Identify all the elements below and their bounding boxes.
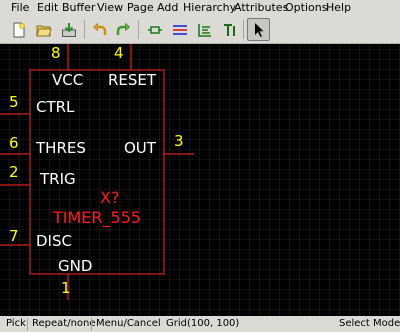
toolbar	[0, 16, 400, 44]
device-attribute[interactable]: TIMER_555	[52, 208, 141, 228]
pin-number-out: 3	[174, 132, 184, 150]
pin-number-vcc: 8	[51, 44, 61, 62]
pin-number-disc: 7	[9, 227, 19, 245]
menu-add[interactable]: Add	[157, 1, 178, 14]
pin-number-trig: 2	[9, 163, 19, 181]
new-file-button[interactable]	[7, 18, 30, 41]
status-select-mode: Select Mode	[339, 318, 400, 329]
pin-label-gnd: GND	[58, 257, 92, 275]
pin-label-disc: DISC	[36, 232, 72, 250]
pin-number-ctrl: 5	[9, 93, 19, 111]
status-separator	[91, 318, 92, 330]
menu-bar: File Edit Buffer View Page Add Hierarchy…	[0, 0, 400, 16]
pin-label-out: OUT	[124, 139, 157, 157]
schematic-svg[interactable]: 8 4 5 6 3 2 7 1 VCC RESET CTRL THRES OUT…	[0, 44, 400, 316]
menu-file[interactable]: File	[11, 1, 29, 14]
pin-number-reset: 4	[114, 44, 124, 62]
menu-edit[interactable]: Edit	[37, 1, 58, 14]
status-repeat: Repeat/none	[32, 318, 96, 329]
open-file-button[interactable]	[32, 18, 55, 41]
open-file-icon	[35, 25, 52, 36]
refdes-attribute[interactable]: X?	[100, 188, 119, 207]
status-bar: Pick Repeat/none Menu/Cancel Grid(100, 1…	[0, 316, 400, 332]
select-button[interactable]	[247, 18, 270, 41]
new-file-icon	[13, 22, 25, 37]
status-grid: Grid(100, 100)	[166, 318, 240, 329]
toolbar-separator	[243, 20, 244, 39]
menu-options[interactable]: Options	[285, 1, 327, 14]
menu-page[interactable]: Page	[127, 1, 154, 14]
toolbar-separator	[84, 20, 85, 39]
status-menu: Menu/Cancel	[96, 318, 161, 329]
add-net-button[interactable]	[168, 18, 191, 41]
add-component-button[interactable]	[143, 18, 166, 41]
add-net-icon	[172, 24, 187, 35]
menu-buffer[interactable]: Buffer	[62, 1, 95, 14]
toolbar-separator	[138, 20, 139, 39]
undo-button[interactable]	[88, 18, 111, 41]
status-separator	[27, 318, 28, 330]
menu-view[interactable]: View	[97, 1, 123, 14]
redo-button[interactable]	[111, 18, 134, 41]
menu-help[interactable]: Help	[326, 1, 351, 14]
pin-number-thres: 6	[9, 134, 19, 152]
redo-icon	[116, 22, 130, 35]
add-component-icon	[147, 25, 162, 34]
save-file-icon	[61, 22, 76, 37]
pin-label-trig: TRIG	[39, 170, 76, 188]
pin-label-vcc: VCC	[52, 71, 83, 89]
select-arrow-icon	[254, 22, 263, 37]
add-attribute-icon	[197, 23, 211, 37]
menu-hierarchy[interactable]: Hierarchy	[183, 1, 236, 14]
undo-icon	[92, 22, 106, 35]
pin-label-reset: RESET	[108, 71, 157, 89]
pin-label-ctrl: CTRL	[36, 98, 75, 116]
add-text-icon	[223, 23, 235, 36]
pin-number-gnd: 1	[61, 279, 71, 297]
menu-attributes[interactable]: Attributes	[234, 1, 288, 14]
status-mode: Pick	[6, 318, 26, 329]
save-file-button[interactable]	[57, 18, 80, 41]
schematic-canvas[interactable]: 8 4 5 6 3 2 7 1 VCC RESET CTRL THRES OUT…	[0, 44, 400, 316]
add-text-button[interactable]	[218, 18, 241, 41]
add-attribute-button[interactable]	[193, 18, 216, 41]
pin-label-thres: THRES	[35, 139, 86, 157]
